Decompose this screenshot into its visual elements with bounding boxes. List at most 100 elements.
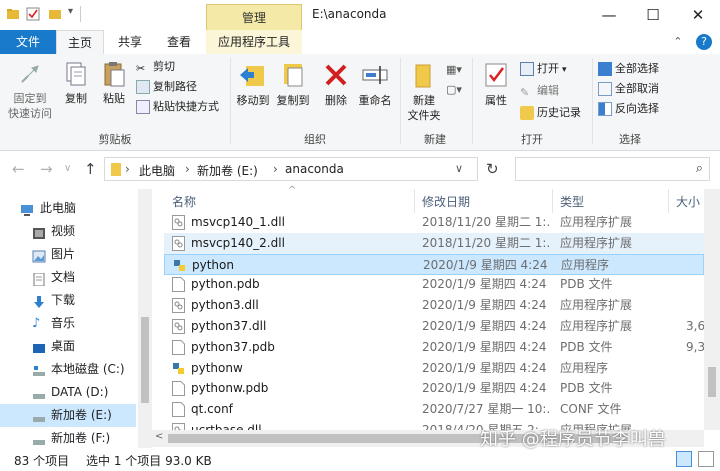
- help-icon[interactable]: ?: [696, 34, 712, 50]
- forward-arrow-icon[interactable]: →: [40, 160, 53, 178]
- breadcrumb-this-pc[interactable]: 此电脑: [139, 162, 175, 179]
- properties-quick-icon[interactable]: [26, 7, 40, 21]
- details-view-icon[interactable]: [676, 451, 692, 467]
- column-header-type[interactable]: 类型: [560, 193, 584, 210]
- scissors-icon: ✂: [136, 62, 146, 75]
- select-none-button[interactable]: 全部取消: [598, 80, 659, 98]
- music-icon: ♪: [32, 316, 41, 331]
- new-folder-quick-icon[interactable]: [48, 7, 62, 21]
- nav-item-documents[interactable]: 文档: [0, 266, 136, 289]
- quick-access-dropdown-icon[interactable]: ▾: [68, 6, 73, 17]
- paste-button[interactable]: 粘贴: [96, 60, 132, 106]
- paste-shortcut-button[interactable]: 粘贴快捷方式: [136, 98, 219, 116]
- delete-label: 删除: [325, 94, 347, 107]
- file-icon: [172, 402, 185, 418]
- file-icon: [172, 381, 185, 397]
- breadcrumb-anaconda[interactable]: anaconda: [285, 162, 344, 176]
- move-to-button[interactable]: 移动到: [234, 60, 272, 108]
- new-folder-label: 新建 文件夹: [407, 94, 441, 122]
- file-row[interactable]: python.pdb 2020/1/9 星期四 4:24 PDB 文件: [164, 274, 704, 295]
- column-header-date[interactable]: 修改日期: [422, 193, 470, 210]
- copy-icon: [62, 60, 90, 88]
- dll-icon: [172, 235, 185, 251]
- new-folder-button[interactable]: 新建 文件夹: [404, 60, 444, 123]
- vertical-scrollbar[interactable]: [704, 189, 720, 430]
- status-bar: 83 个项目 选中 1 个项目 93.0 KB: [0, 448, 720, 471]
- file-row[interactable]: python3.dll 2020/1/9 星期四 4:24 应用程序扩展: [164, 295, 704, 316]
- open-icon: [520, 62, 534, 76]
- nav-scroll-thumb[interactable]: [141, 317, 149, 403]
- delete-button[interactable]: 删除: [318, 60, 354, 108]
- dll-icon: [172, 215, 185, 230]
- file-row[interactable]: qt.conf 2020/7/27 星期一 10:... CONF 文件: [164, 399, 704, 420]
- file-row[interactable]: pythonw.pdb 2020/1/9 星期四 4:24 PDB 文件: [164, 378, 704, 399]
- minimize-button[interactable]: —: [587, 0, 631, 30]
- file-row[interactable]: pythonw 2020/1/9 星期四 4:24 应用程序: [164, 358, 704, 379]
- column-header-name[interactable]: 名称: [172, 193, 196, 210]
- file-name: python3.dll: [191, 298, 259, 313]
- paste-label: 粘贴: [103, 92, 125, 105]
- refresh-icon[interactable]: ↻: [486, 160, 499, 178]
- rename-button[interactable]: 重命名: [356, 60, 394, 108]
- copy-path-button[interactable]: 复制路径: [136, 78, 197, 96]
- close-button[interactable]: ✕: [676, 0, 720, 30]
- large-icons-view-icon[interactable]: [698, 451, 714, 467]
- column-divider[interactable]: [668, 189, 669, 213]
- nav-item-videos[interactable]: 视频: [0, 220, 136, 243]
- nav-item-desktop[interactable]: 桌面: [0, 335, 136, 358]
- breadcrumb-separator-icon: ›: [125, 162, 130, 176]
- context-tab-manage[interactable]: 管理: [206, 4, 302, 30]
- nav-scrollbar[interactable]: [138, 189, 152, 451]
- nav-item-pictures[interactable]: 图片: [0, 243, 136, 266]
- scroll-left-icon[interactable]: <: [155, 431, 163, 442]
- file-date: 2020/1/9 星期四 4:24: [422, 360, 547, 375]
- recent-locations-icon[interactable]: ∨: [64, 163, 71, 174]
- nav-item-drive-e[interactable]: 新加卷 (E:): [0, 404, 136, 427]
- history-button[interactable]: 历史记录: [520, 104, 581, 122]
- tab-app-tools[interactable]: 应用程序工具: [206, 30, 302, 54]
- file-row[interactable]: python37.dll 2020/1/9 星期四 4:24 应用程序扩展 3,6: [164, 316, 704, 337]
- file-row[interactable]: python37.pdb 2020/1/9 星期四 4:24 PDB 文件 9,3: [164, 337, 704, 358]
- title-divider: [80, 6, 81, 22]
- properties-icon: [481, 60, 511, 90]
- column-divider[interactable]: [552, 189, 553, 213]
- vertical-scroll-thumb[interactable]: [708, 367, 716, 397]
- edit-button[interactable]: ✎ 编辑: [520, 82, 559, 100]
- tab-file[interactable]: 文件: [0, 30, 56, 54]
- paste-icon: [100, 60, 128, 88]
- nav-item-drive-d[interactable]: DATA (D:): [0, 381, 136, 404]
- open-button[interactable]: 打开 ▾: [520, 60, 567, 78]
- column-divider[interactable]: [414, 189, 415, 213]
- tab-view[interactable]: 查看: [156, 30, 202, 54]
- collapse-ribbon-icon[interactable]: ⌃: [673, 35, 682, 48]
- properties-button[interactable]: 属性: [478, 60, 514, 108]
- nav-item-downloads[interactable]: 下载: [0, 289, 136, 312]
- pin-quick-access-button[interactable]: 固定到 快速访问: [4, 60, 56, 121]
- copy-to-label: 复制到: [276, 94, 310, 107]
- file-row[interactable]: msvcp140_2.dll 2018/11/20 星期二 1:... 应用程序扩展: [164, 232, 704, 254]
- breadcrumb-drive-e[interactable]: 新加卷 (E:): [197, 162, 258, 179]
- up-arrow-icon[interactable]: ↑: [84, 160, 97, 178]
- nav-item-drive-c[interactable]: 本地磁盘 (C:): [0, 358, 136, 381]
- address-dropdown-icon[interactable]: ∨: [455, 162, 463, 175]
- column-header-size[interactable]: 大小: [676, 193, 700, 210]
- cut-button[interactable]: ✂ 剪切: [136, 58, 175, 76]
- file-type: PDB 文件: [560, 381, 613, 396]
- search-input[interactable]: ⌕: [515, 157, 710, 181]
- nav-item-music[interactable]: ♪ 音乐: [0, 312, 136, 335]
- tab-home[interactable]: 主页: [56, 30, 104, 55]
- address-bar[interactable]: › 此电脑 › 新加卷 (E:) › anaconda ∨: [104, 157, 478, 181]
- file-row[interactable]: msvcp140_1.dll 2018/11/20 星期二 1:... 应用程序扩展: [164, 213, 704, 233]
- select-all-button[interactable]: 全部选择: [598, 60, 659, 78]
- file-row[interactable]: python 2020/1/9 星期四 4:24 应用程序: [164, 253, 704, 275]
- new-item-dropdowns[interactable]: ▦▾ ▢▾: [446, 60, 464, 100]
- invert-selection-button[interactable]: 反向选择: [598, 100, 659, 118]
- maximize-button[interactable]: ☐: [631, 0, 675, 30]
- tab-share[interactable]: 共享: [108, 30, 152, 54]
- nav-item-drive-f[interactable]: 新加卷 (F:): [0, 427, 136, 450]
- nav-item-this-pc[interactable]: 此电脑: [0, 197, 136, 220]
- back-arrow-icon[interactable]: ←: [12, 160, 25, 178]
- copy-to-button[interactable]: 复制到: [274, 60, 312, 108]
- nav-label: DATA (D:): [51, 385, 109, 399]
- copy-button[interactable]: 复制: [58, 60, 94, 106]
